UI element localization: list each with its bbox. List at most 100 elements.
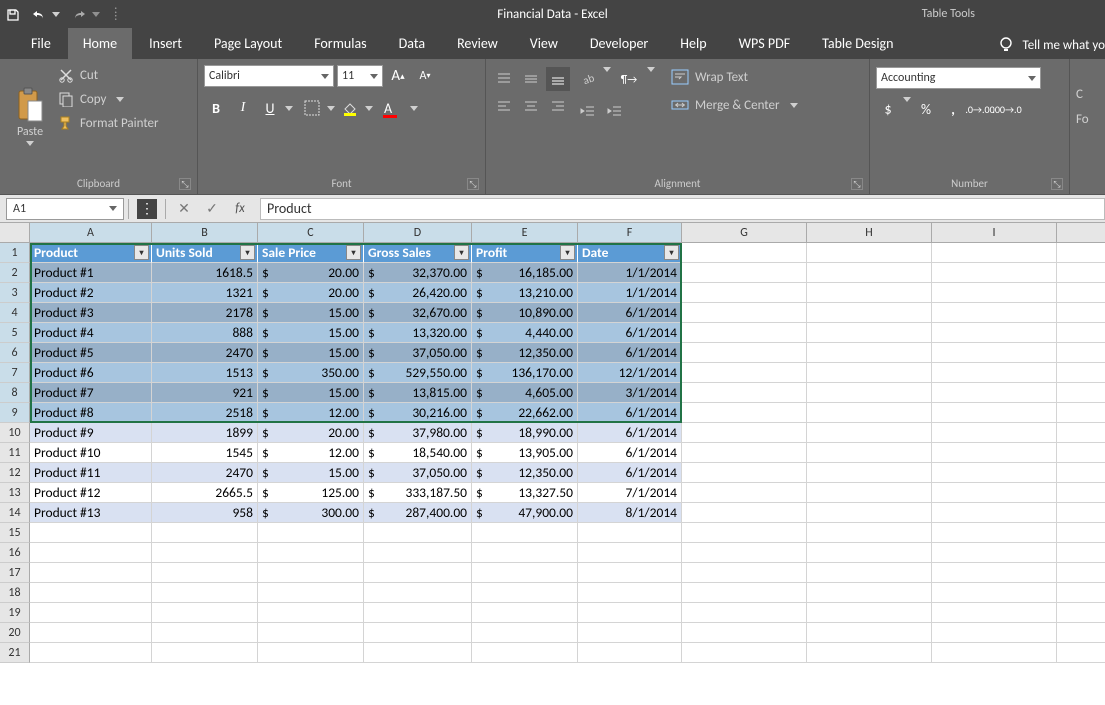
cell[interactable]	[932, 403, 1057, 423]
cell[interactable]: $13,905.00	[472, 443, 578, 463]
row-header-4[interactable]: 4	[0, 303, 30, 323]
cell[interactable]	[578, 583, 682, 603]
name-box[interactable]: A1	[6, 198, 124, 220]
cell[interactable]: Product #6	[30, 363, 152, 383]
cell[interactable]: $15.00	[258, 303, 364, 323]
table-header-sale-price[interactable]: Sale Price▾	[258, 243, 364, 263]
cell[interactable]: 2518	[152, 403, 258, 423]
cell[interactable]	[258, 643, 364, 663]
cell[interactable]	[1057, 443, 1105, 463]
cell[interactable]: $18,540.00	[364, 443, 472, 463]
cell[interactable]	[932, 543, 1057, 563]
cell[interactable]: $30,216.00	[364, 403, 472, 423]
cell[interactable]: 888	[152, 323, 258, 343]
cancel-icon[interactable]: ✕	[170, 195, 198, 223]
cell[interactable]	[30, 543, 152, 563]
cell[interactable]: 6/1/2014	[578, 323, 682, 343]
cell[interactable]	[932, 643, 1057, 663]
cell[interactable]: $37,050.00	[364, 463, 472, 483]
cell[interactable]	[1057, 483, 1105, 503]
col-header-G[interactable]: G	[682, 223, 807, 243]
cell[interactable]: $16,185.00	[472, 263, 578, 283]
col-header-F[interactable]: F	[578, 223, 682, 243]
cell[interactable]	[932, 583, 1057, 603]
cell[interactable]: $4,605.00	[472, 383, 578, 403]
cell[interactable]	[1057, 583, 1105, 603]
tell-me[interactable]: Tell me what yo	[997, 36, 1105, 54]
cell[interactable]	[932, 303, 1057, 323]
cell[interactable]	[364, 623, 472, 643]
cell[interactable]	[682, 463, 807, 483]
cell[interactable]	[30, 623, 152, 643]
filter-icon[interactable]: ▾	[454, 245, 469, 260]
cell[interactable]: $18,990.00	[472, 423, 578, 443]
cell[interactable]: 1321	[152, 283, 258, 303]
cell[interactable]	[807, 383, 932, 403]
cell[interactable]	[258, 523, 364, 543]
format-painter-button[interactable]: Format Painter	[54, 113, 163, 133]
cell[interactable]	[1057, 403, 1105, 423]
row-header-17[interactable]: 17	[0, 563, 30, 583]
cell[interactable]: Product #8	[30, 403, 152, 423]
underline-button[interactable]: U	[258, 96, 282, 120]
cell[interactable]: 12/1/2014	[578, 363, 682, 383]
cell[interactable]: $12.00	[258, 403, 364, 423]
cell[interactable]: $10,890.00	[472, 303, 578, 323]
select-all-corner[interactable]	[0, 223, 30, 243]
cell[interactable]	[364, 643, 472, 663]
cell[interactable]	[807, 243, 932, 263]
cell[interactable]	[472, 543, 578, 563]
cell[interactable]: 8/1/2014	[578, 503, 682, 523]
col-header-B[interactable]: B	[152, 223, 258, 243]
row-header-16[interactable]: 16	[0, 543, 30, 563]
cell[interactable]: 2470	[152, 343, 258, 363]
cell[interactable]	[682, 503, 807, 523]
cell[interactable]	[578, 563, 682, 583]
cell[interactable]	[472, 563, 578, 583]
cell[interactable]	[1057, 383, 1105, 403]
align-right-icon[interactable]	[546, 94, 570, 118]
align-left-icon[interactable]	[492, 94, 516, 118]
cell[interactable]	[1057, 283, 1105, 303]
cell[interactable]: $22,662.00	[472, 403, 578, 423]
cell[interactable]: Product #12	[30, 483, 152, 503]
cell[interactable]: $13,320.00	[364, 323, 472, 343]
cell[interactable]: 6/1/2014	[578, 303, 682, 323]
cell[interactable]	[932, 483, 1057, 503]
enter-icon[interactable]: ✓	[198, 195, 226, 223]
cell[interactable]	[1057, 303, 1105, 323]
cell[interactable]: 6/1/2014	[578, 403, 682, 423]
cell[interactable]	[30, 583, 152, 603]
col-header-H[interactable]: H	[807, 223, 932, 243]
cell[interactable]	[1057, 603, 1105, 623]
cell[interactable]	[364, 543, 472, 563]
tab-view[interactable]: View	[515, 28, 573, 59]
row-header-5[interactable]: 5	[0, 323, 30, 343]
col-header-I[interactable]: I	[932, 223, 1057, 243]
formula-input[interactable]: Product	[260, 198, 1105, 220]
cell[interactable]: 6/1/2014	[578, 423, 682, 443]
cell[interactable]	[472, 623, 578, 643]
cell[interactable]	[152, 543, 258, 563]
row-header-20[interactable]: 20	[0, 623, 30, 643]
cell[interactable]: $20.00	[258, 263, 364, 283]
cell[interactable]: $13,815.00	[364, 383, 472, 403]
increase-indent-icon[interactable]	[603, 99, 627, 123]
increase-decimal-icon[interactable]: .0→.00	[968, 97, 992, 121]
cell[interactable]: $15.00	[258, 463, 364, 483]
filter-icon[interactable]: ▾	[134, 245, 149, 260]
redo-icon[interactable]	[66, 2, 92, 28]
filter-icon[interactable]: ▾	[560, 245, 575, 260]
cell[interactable]: $350.00	[258, 363, 364, 383]
cell[interactable]	[807, 523, 932, 543]
tab-insert[interactable]: Insert	[134, 28, 197, 59]
cell[interactable]: 1513	[152, 363, 258, 383]
ltr-icon[interactable]: ¶→	[614, 67, 644, 91]
align-middle-icon[interactable]	[519, 67, 543, 91]
cell[interactable]: Product #9	[30, 423, 152, 443]
cell[interactable]: 1/1/2014	[578, 283, 682, 303]
cell[interactable]	[578, 603, 682, 623]
row-header-14[interactable]: 14	[0, 503, 30, 523]
cell[interactable]	[807, 603, 932, 623]
cell[interactable]	[152, 523, 258, 543]
